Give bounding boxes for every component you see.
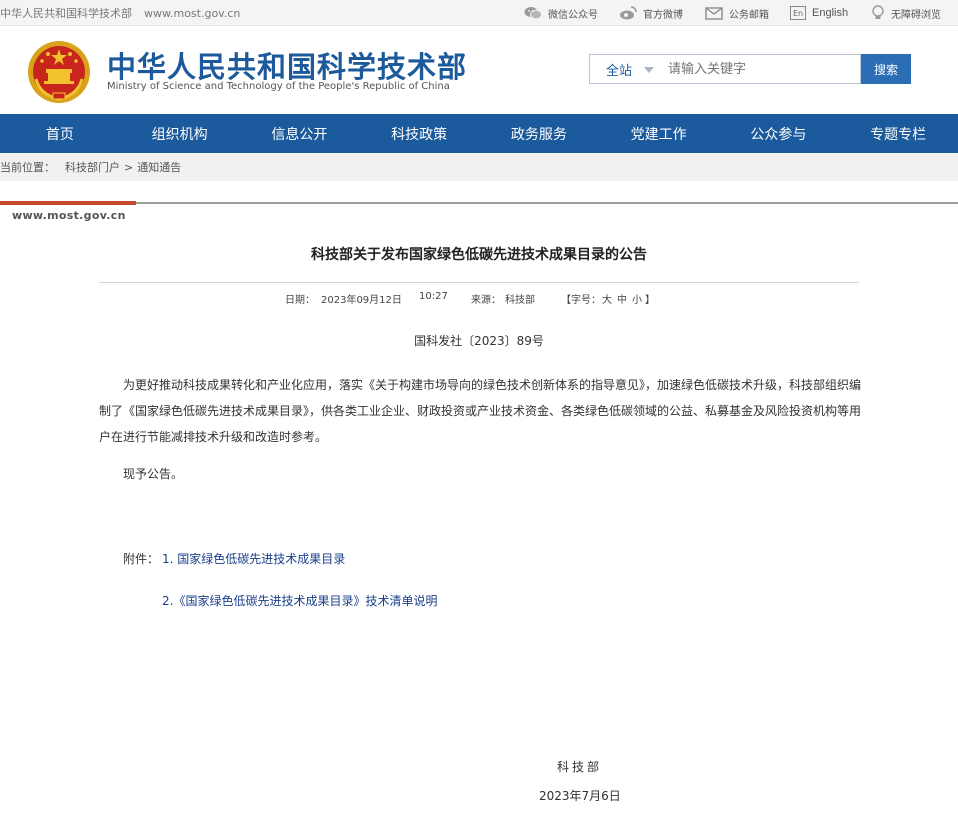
- document-number: 国科发社〔2023〕89号: [414, 334, 544, 348]
- wechat-icon: [524, 7, 542, 20]
- publish-time: 10:27: [419, 291, 448, 302]
- search-scope-value: 全站: [606, 63, 633, 79]
- nav-item-info-disclosure[interactable]: 信息公开: [240, 114, 360, 153]
- wechat-link[interactable]: 微信公众号: [524, 4, 598, 22]
- site-title-cn: 中华人民共和国科学技术部: [107, 50, 468, 84]
- site-header: 中华人民共和国科学技术部 Ministry of Science and Tec…: [0, 27, 958, 114]
- breadcrumb-current[interactable]: 通知通告: [137, 159, 181, 175]
- nav-item-public-participation[interactable]: 公众参与: [719, 114, 839, 153]
- source-label: 来源：: [471, 295, 501, 306]
- search-input[interactable]: [660, 54, 861, 84]
- font-size-large[interactable]: 大: [602, 291, 612, 306]
- font-size-label: 【字号：: [561, 295, 601, 306]
- font-size-close: 】: [645, 295, 655, 306]
- wechat-label: 微信公众号: [548, 9, 598, 21]
- source-value: 科技部: [505, 295, 535, 306]
- topbar-site-name: 中华人民共和国科学技术部: [0, 7, 132, 20]
- weibo-link[interactable]: 官方微博: [619, 4, 683, 22]
- nav-item-gov-services[interactable]: 政务服务: [479, 114, 599, 153]
- mailbox-link[interactable]: 公务邮箱: [705, 4, 769, 22]
- lightbulb-icon: [872, 5, 884, 19]
- nav-item-special-topics[interactable]: 专题专栏: [838, 114, 958, 153]
- font-size-small[interactable]: 小: [632, 291, 642, 306]
- nav-item-home[interactable]: 首页: [0, 114, 120, 153]
- accent-divider: [0, 201, 136, 205]
- main-nav: 首页 组织机构 信息公开 科技政策 政务服务 党建工作 公众参与 专题专栏: [0, 114, 958, 153]
- date-label: 日期：: [285, 295, 315, 306]
- attachment-label: 附件：: [123, 552, 160, 566]
- mail-icon: [705, 6, 723, 20]
- english-badge-icon: En: [790, 6, 806, 20]
- accessibility-link[interactable]: 无障碍浏览: [871, 4, 941, 22]
- signer: 科技部: [557, 760, 603, 774]
- font-size-medium[interactable]: 中: [617, 291, 627, 306]
- search-button[interactable]: 搜索: [861, 54, 911, 84]
- attachment-link-1[interactable]: 1. 国家绿色低碳先进技术成果目录: [162, 550, 345, 567]
- breadcrumb-home[interactable]: 科技部门户: [65, 159, 120, 175]
- english-link[interactable]: En English: [790, 4, 848, 22]
- breadcrumb: 当前位置： 科技部门户 > 通知通告: [0, 153, 958, 181]
- article-body: 为更好推动科技成果转化和产业化应用，落实《关于构建市场导向的绿色技术创新体系的指…: [99, 378, 862, 444]
- breadcrumb-separator: >: [124, 160, 134, 174]
- nav-item-party-building[interactable]: 党建工作: [599, 114, 719, 153]
- site-watermark: www.most.gov.cn: [12, 209, 126, 222]
- topbar-url: www.most.gov.cn: [144, 7, 241, 20]
- attachment-link-2[interactable]: 2.《国家绿色低碳先进技术成果目录》技术清单说明: [162, 592, 437, 609]
- topbar-site-info: 中华人民共和国科学技术部 www.most.gov.cn: [0, 5, 240, 21]
- top-utility-bar: 中华人民共和国科学技术部 www.most.gov.cn 微信公众号 官方微博 公…: [0, 0, 958, 26]
- publish-date: 2023年09月12日: [321, 295, 402, 306]
- announce-text: 现予公告。: [123, 467, 184, 481]
- search-scope-select[interactable]: 全站: [589, 54, 661, 84]
- nav-item-policy[interactable]: 科技政策: [359, 114, 479, 153]
- site-title-en: Ministry of Science and Technology of th…: [107, 81, 450, 92]
- chevron-down-icon: [644, 67, 654, 73]
- weibo-label: 官方微博: [643, 9, 683, 21]
- nav-item-organization[interactable]: 组织机构: [120, 114, 240, 153]
- accessibility-label: 无障碍浏览: [891, 9, 941, 21]
- breadcrumb-prefix: 当前位置：: [0, 161, 55, 174]
- national-emblem-icon[interactable]: [26, 39, 92, 105]
- gray-divider: [136, 202, 958, 204]
- mailbox-label: 公务邮箱: [729, 9, 769, 21]
- article-title: 科技部关于发布国家绿色低碳先进技术成果目录的公告: [311, 247, 647, 263]
- meta-divider: [99, 282, 859, 283]
- sign-date: 2023年7月6日: [539, 789, 621, 803]
- english-label: English: [812, 7, 849, 19]
- weibo-icon: [620, 6, 637, 20]
